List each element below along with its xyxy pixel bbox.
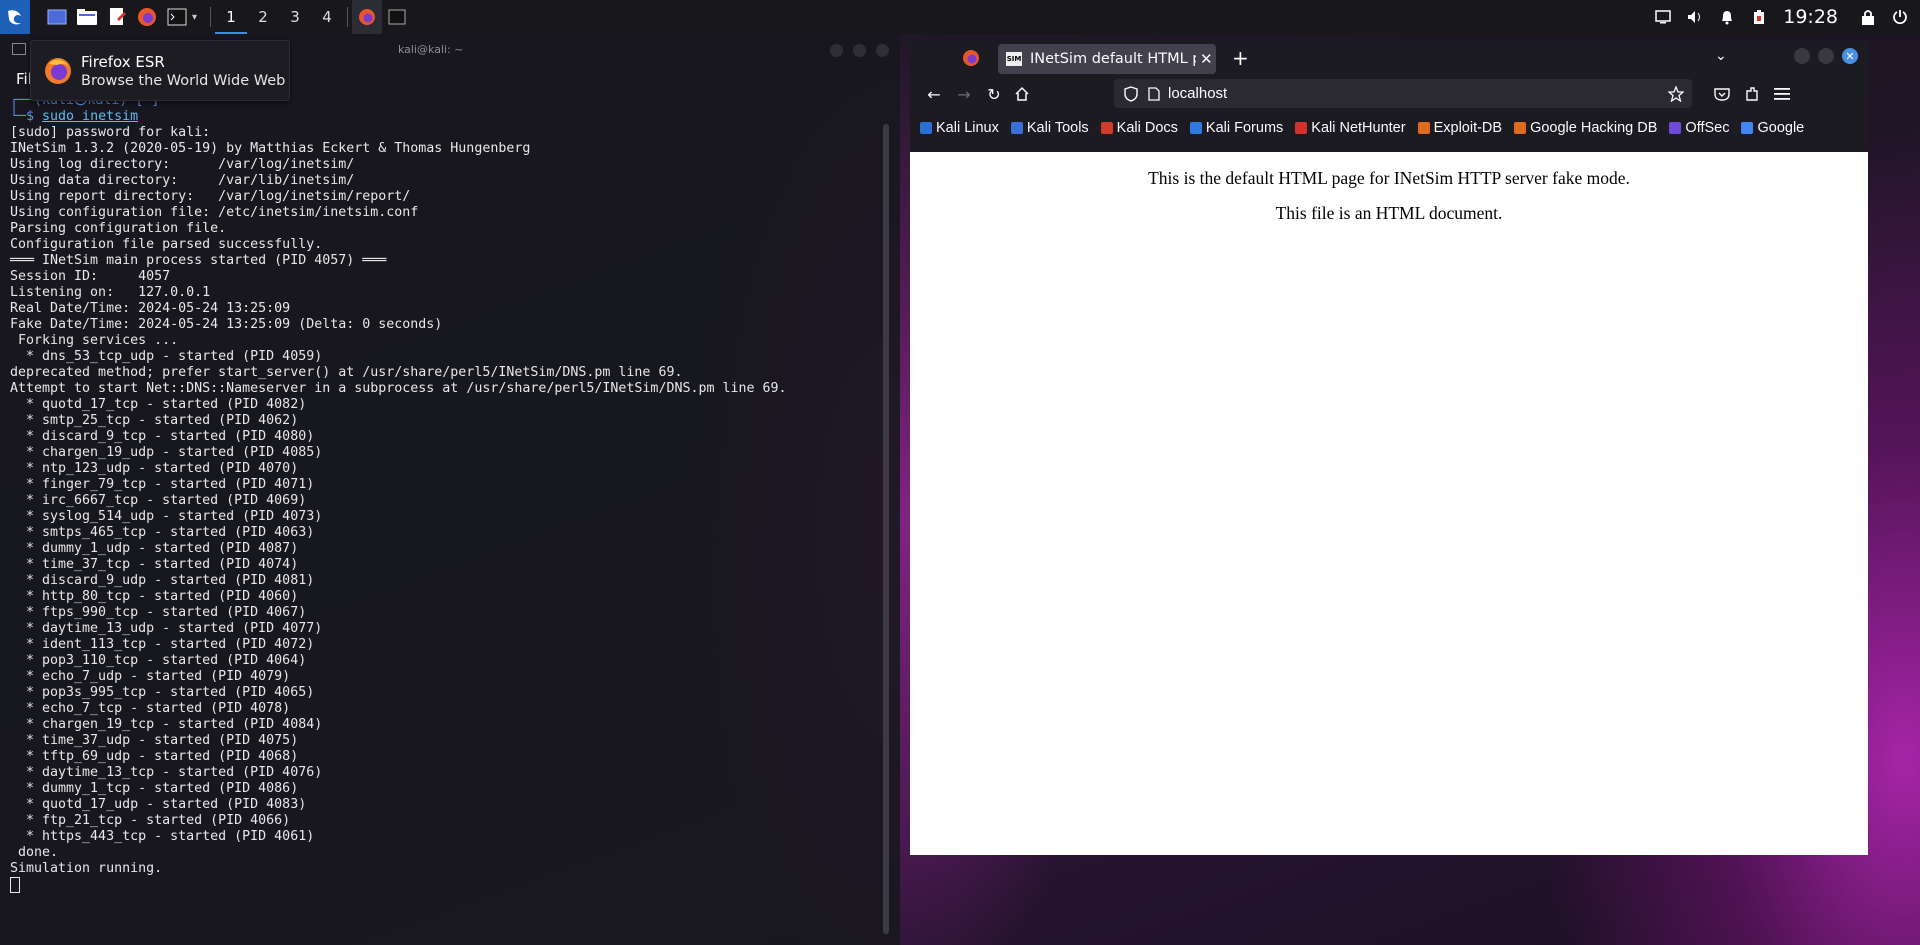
firefox-task-icon[interactable] bbox=[352, 0, 382, 34]
terminal-close-button[interactable] bbox=[876, 44, 889, 57]
url-bar[interactable] bbox=[1114, 79, 1692, 108]
bookmark-item[interactable]: Exploit-DB bbox=[1417, 120, 1503, 136]
terminal-window: kali@kali: ~ File ┌──(kali㉿kali)-[~] └─$… bbox=[0, 34, 900, 945]
bookmark-label: Kali Tools bbox=[1026, 120, 1089, 136]
bookmark-item[interactable]: OffSec bbox=[1669, 120, 1729, 136]
page-info-icon[interactable] bbox=[1148, 86, 1160, 101]
terminal-maximize-button[interactable] bbox=[853, 44, 866, 57]
bookmark-item[interactable]: Kali NetHunter bbox=[1295, 120, 1406, 136]
forward-arrow-icon[interactable]: → bbox=[952, 82, 976, 106]
page-content: This is the default HTML page for INetSi… bbox=[910, 152, 1868, 855]
text-editor-icon[interactable] bbox=[102, 0, 132, 34]
prompt-symbol: └─$ bbox=[10, 109, 43, 124]
extensions-icon[interactable] bbox=[1740, 82, 1764, 106]
display-icon[interactable] bbox=[1649, 10, 1677, 24]
terminal-window-icon bbox=[12, 43, 26, 55]
page-line-2: This file is an HTML document. bbox=[1275, 203, 1503, 223]
bookmark-item[interactable]: Kali Forums bbox=[1189, 120, 1284, 136]
bookmark-label: Exploit-DB bbox=[1433, 120, 1503, 136]
bookmark-favicon-icon bbox=[1741, 122, 1754, 134]
bookmark-favicon-icon bbox=[1010, 122, 1023, 134]
panel-separator bbox=[347, 7, 348, 27]
tab-favicon: SIM bbox=[1006, 52, 1022, 66]
bookmark-item[interactable]: Kali Linux bbox=[920, 120, 999, 136]
file-manager-icon[interactable] bbox=[72, 0, 102, 34]
firefox-minimize-button[interactable] bbox=[1794, 48, 1810, 64]
reload-icon[interactable]: ↻ bbox=[982, 82, 1006, 106]
hamburger-menu-icon[interactable] bbox=[1770, 82, 1794, 106]
firefox-view-icon[interactable] bbox=[962, 49, 980, 67]
tooltip-title: Firefox ESR bbox=[81, 52, 165, 71]
top-panel: ▾ 1 2 3 4 19:28 bbox=[0, 0, 1920, 34]
bookmark-favicon-icon bbox=[1669, 122, 1682, 134]
tooltip-subtitle: Browse the World Wide Web bbox=[81, 72, 286, 89]
firefox-maximize-button[interactable] bbox=[1818, 48, 1834, 64]
terminal-output[interactable]: ┌──(kali㉿kali)-[~] └─$ sudo inetsim [sud… bbox=[10, 93, 787, 894]
notification-bell-icon[interactable] bbox=[1713, 9, 1741, 25]
clock[interactable]: 19:28 bbox=[1783, 6, 1838, 28]
bookmark-item[interactable]: Kali Docs bbox=[1100, 120, 1178, 136]
bookmark-label: Kali Forums bbox=[1205, 120, 1284, 136]
workspace-2[interactable]: 2 bbox=[247, 0, 279, 34]
bookmark-label: Kali NetHunter bbox=[1311, 120, 1406, 136]
workspace-1[interactable]: 1 bbox=[215, 0, 247, 34]
bookmark-label: Google Hacking DB bbox=[1530, 120, 1658, 136]
list-tabs-chevron-icon[interactable]: ⌄ bbox=[1715, 48, 1727, 64]
command-output: [sudo] password for kali: INetSim 1.3.2 … bbox=[10, 125, 787, 876]
firefox-window: SIM INetSim default HTML page ✕ + ⌄ ✕ ← … bbox=[910, 40, 1868, 855]
bookmark-favicon-icon bbox=[1417, 122, 1430, 134]
home-icon[interactable] bbox=[1010, 82, 1034, 106]
firefox-logo-icon bbox=[45, 57, 71, 84]
bookmarks-toolbar: Kali Linux Kali Tools Kali Docs Kali Forums… bbox=[910, 114, 1868, 142]
terminal-scrollbar[interactable] bbox=[883, 124, 889, 934]
bookmark-favicon-icon bbox=[920, 122, 932, 134]
logout-icon[interactable] bbox=[1886, 9, 1914, 25]
bookmark-favicon-icon bbox=[1189, 122, 1202, 134]
bookmark-favicon-icon bbox=[1100, 122, 1113, 134]
firefox-launcher-icon[interactable] bbox=[132, 0, 162, 34]
bookmark-favicon-icon bbox=[1514, 122, 1527, 134]
page-line-1: This is the default HTML page for INetSi… bbox=[1148, 168, 1630, 188]
bookmark-favicon-icon bbox=[1295, 122, 1308, 134]
command-text: sudo inetsim bbox=[42, 109, 139, 124]
nav-bar: ← → ↻ bbox=[910, 74, 1868, 114]
system-tray: 19:28 bbox=[1649, 0, 1920, 34]
battery-icon[interactable] bbox=[1745, 9, 1773, 25]
bookmark-label: Kali Linux bbox=[936, 120, 999, 136]
firefox-close-button[interactable]: ✕ bbox=[1842, 48, 1858, 64]
bookmark-item[interactable]: Google bbox=[1741, 120, 1804, 136]
kali-menu-icon[interactable] bbox=[0, 0, 30, 34]
terminal-cursor bbox=[10, 877, 20, 893]
bookmark-star-icon[interactable] bbox=[1668, 85, 1684, 102]
shield-icon[interactable] bbox=[1124, 85, 1138, 102]
terminal-minimize-button[interactable] bbox=[830, 44, 843, 57]
volume-icon[interactable] bbox=[1681, 9, 1709, 25]
terminal-task-icon[interactable] bbox=[382, 0, 412, 34]
launcher-tooltip: Firefox ESR Browse the World Wide Web bbox=[30, 40, 290, 101]
lock-screen-icon[interactable] bbox=[1854, 9, 1882, 25]
pocket-icon[interactable] bbox=[1710, 82, 1734, 106]
show-desktop-icon[interactable] bbox=[42, 0, 72, 34]
workspace-4[interactable]: 4 bbox=[311, 0, 343, 34]
tab-inetsim[interactable]: SIM INetSim default HTML page ✕ bbox=[998, 44, 1216, 74]
bookmark-item[interactable]: Kali Tools bbox=[1010, 120, 1089, 136]
tab-close-icon[interactable]: ✕ bbox=[1200, 50, 1213, 68]
panel-separator bbox=[210, 7, 211, 27]
url-input[interactable] bbox=[1166, 84, 1650, 103]
bookmark-item[interactable]: Google Hacking DB bbox=[1514, 120, 1657, 136]
workspace-3[interactable]: 3 bbox=[279, 0, 311, 34]
bookmark-label: Google bbox=[1757, 120, 1805, 136]
back-arrow-icon[interactable]: ← bbox=[922, 82, 946, 106]
bookmark-label: OffSec bbox=[1685, 120, 1730, 136]
new-tab-button[interactable]: + bbox=[1232, 46, 1249, 70]
terminal-title: kali@kali: ~ bbox=[398, 43, 464, 56]
chevron-down-icon[interactable]: ▾ bbox=[192, 12, 206, 23]
bookmark-label: Kali Docs bbox=[1116, 120, 1178, 136]
tab-bar: SIM INetSim default HTML page ✕ + ⌄ ✕ bbox=[910, 40, 1868, 74]
tab-title: INetSim default HTML page bbox=[1030, 51, 1196, 67]
terminal-launcher-icon[interactable] bbox=[162, 0, 192, 34]
